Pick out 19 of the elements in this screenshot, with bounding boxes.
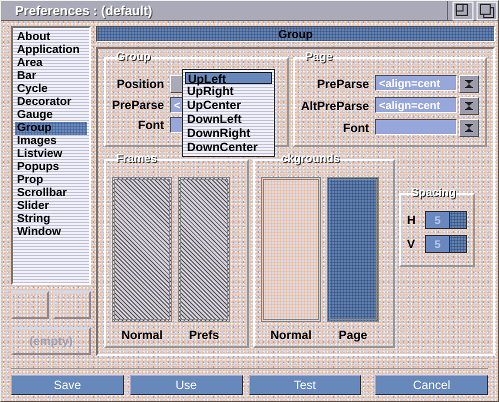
swatch-label: Normal	[121, 328, 163, 342]
field-label: PreParse	[112, 98, 164, 112]
frame-title: Page	[304, 51, 334, 63]
window-title: Preferences : (default)	[14, 3, 154, 18]
frame-title: Frames	[115, 153, 158, 165]
field-label: Position	[116, 77, 164, 91]
swatch-label: Normal	[270, 328, 312, 342]
page-header: Group	[96, 26, 496, 42]
frame-title: Spacing	[410, 186, 457, 198]
field-label: PreParse	[316, 77, 370, 91]
frame-title: ckgrounds	[280, 153, 342, 165]
field-label: V	[407, 236, 416, 250]
frame-title: Group	[115, 51, 152, 63]
field-label: Font	[342, 121, 370, 135]
field-label: H	[407, 212, 417, 226]
swatch-label: Prefs	[188, 328, 220, 342]
swatch-label: Page	[338, 328, 368, 342]
field-label: Font	[137, 118, 164, 132]
field-label: AltPreParse	[301, 99, 370, 113]
